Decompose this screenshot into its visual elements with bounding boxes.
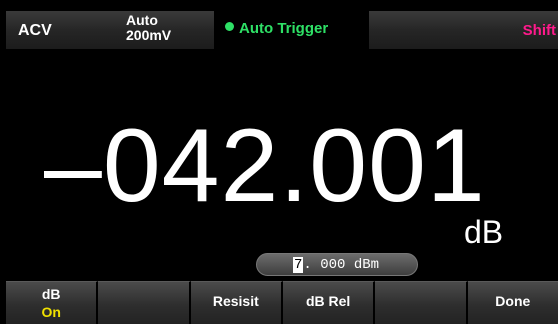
cursor-digit: 7	[293, 257, 304, 273]
softkey-state: On	[41, 304, 61, 320]
shift-indicator: Shift	[522, 22, 556, 39]
reference-value-field[interactable]: 7. 000 dBm	[256, 253, 418, 276]
multimeter-screen: ACV Auto 200mV Auto Trigger Shift –042.0…	[0, 0, 558, 324]
softkey-label: dB	[41, 286, 61, 302]
softkey-label: Resisit	[212, 293, 259, 309]
softkey-label: dB Rel	[305, 293, 351, 309]
softkey-db-rel[interactable]: dB Rel	[282, 281, 376, 324]
reference-value: 7. 000 dBm	[293, 257, 379, 273]
reading-unit: dB	[464, 214, 504, 250]
reference-rest: . 000 dBm	[303, 257, 380, 273]
range-mode: Auto	[126, 12, 158, 28]
trigger-indicator: Auto Trigger	[214, 11, 369, 49]
status-bar: ACV Auto 200mV Auto Trigger Shift	[6, 11, 558, 49]
function-label: ACV	[18, 22, 52, 39]
trigger-label: Auto Trigger	[239, 20, 329, 37]
softkey-label: Done	[495, 293, 531, 309]
softkey-db[interactable]: dB On	[6, 281, 99, 324]
softkey-5[interactable]	[375, 281, 468, 324]
softkey-2[interactable]	[98, 281, 191, 324]
softkey-done[interactable]: Done	[467, 281, 558, 324]
softkey-bar: dB On Resisit dB Rel Done	[6, 281, 558, 324]
main-reading: –042.001	[44, 108, 486, 224]
range-value: 200mV	[126, 27, 172, 43]
softkey-resisit[interactable]: Resisit	[190, 281, 283, 324]
trigger-status-icon	[225, 22, 234, 31]
